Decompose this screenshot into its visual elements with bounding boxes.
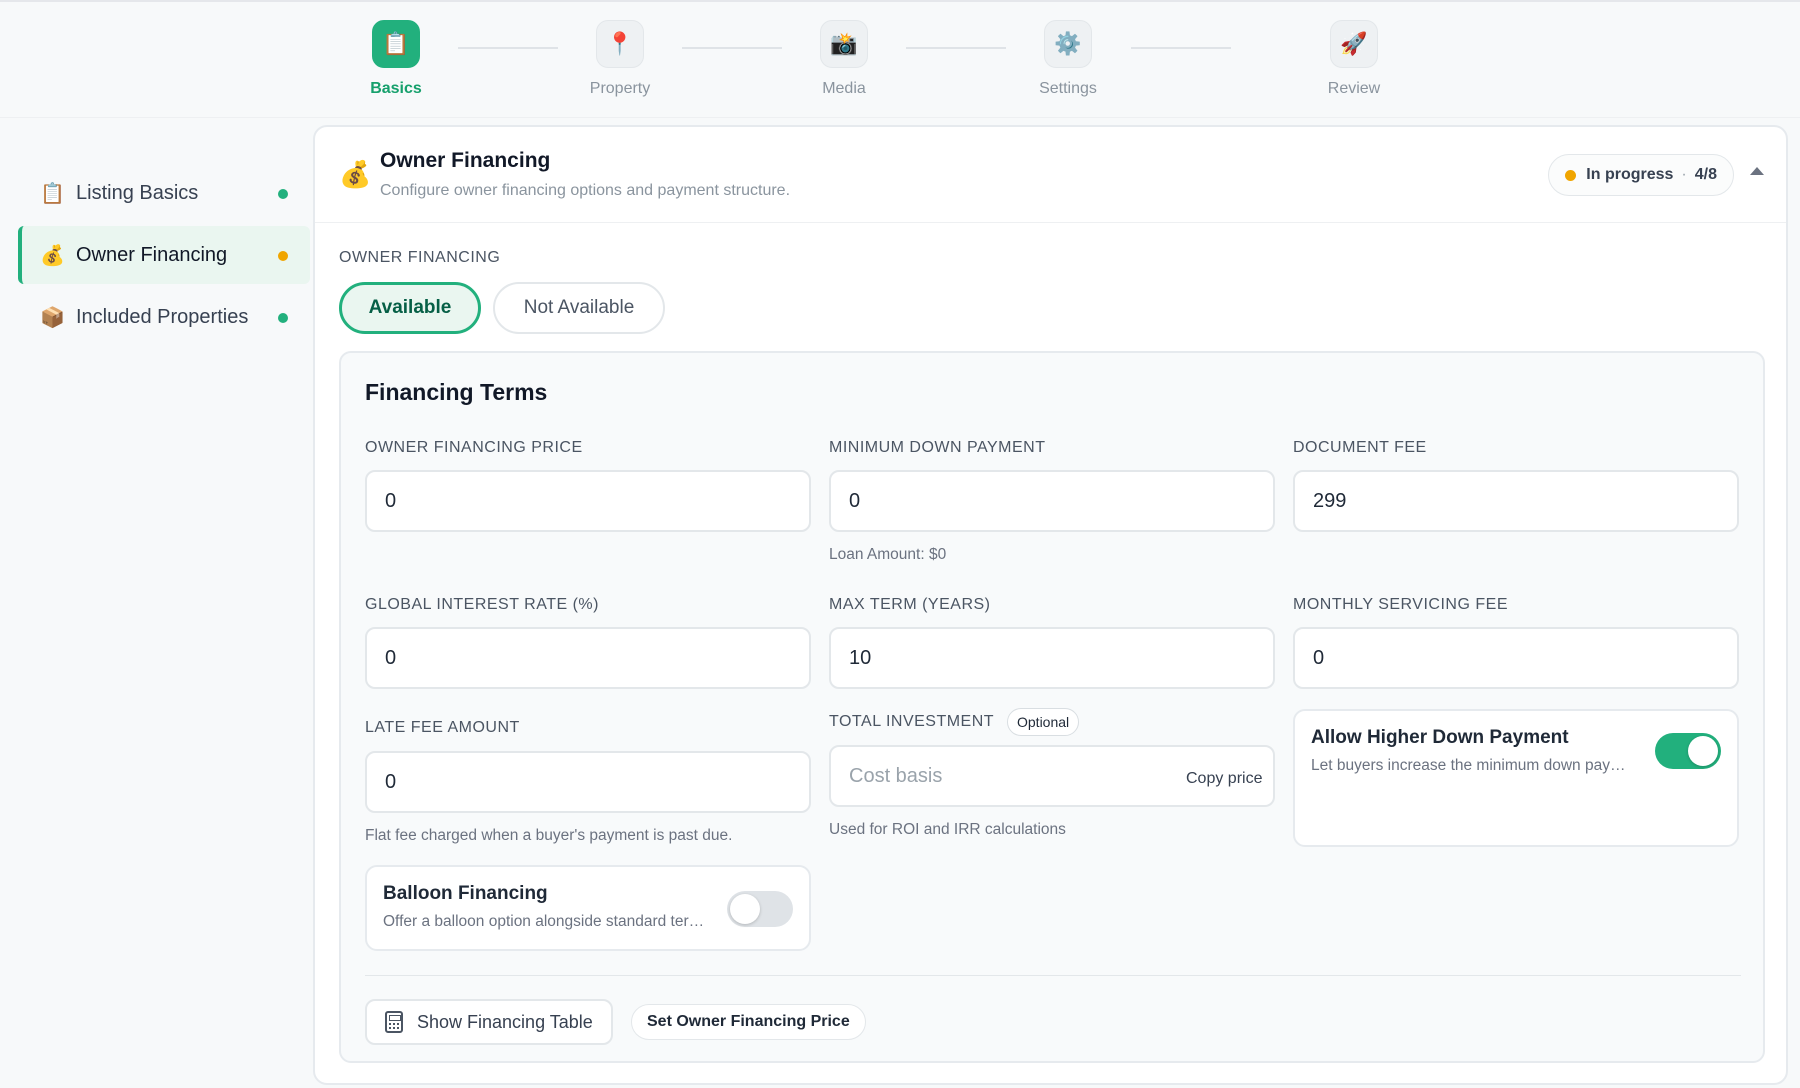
clipboard-icon: 📋 bbox=[40, 182, 65, 205]
wizard-stepper: 📋 Basics 📍 Property 📸 Media ⚙️ Settings … bbox=[0, 0, 1800, 118]
document-fee-label: DOCUMENT FEE bbox=[1293, 439, 1427, 456]
chevron-up-icon[interactable] bbox=[1750, 167, 1764, 175]
rocket-icon: 🚀 bbox=[1330, 20, 1378, 68]
show-financing-table-label: Show Financing Table bbox=[417, 1011, 593, 1032]
step-review[interactable]: 🚀 Review bbox=[1294, 20, 1414, 98]
status-badge: In progress · 4/8 bbox=[1548, 154, 1734, 196]
owner-financing-price-label: OWNER FINANCING PRICE bbox=[365, 439, 583, 456]
step-connector bbox=[906, 47, 1006, 49]
monthly-servicing-fee-input[interactable] bbox=[1293, 627, 1739, 689]
max-term-label: MAX TERM (YEARS) bbox=[829, 596, 991, 613]
allow-higher-down-payment-card: Allow Higher Down Payment Let buyers inc… bbox=[1293, 709, 1739, 847]
step-label: Settings bbox=[1039, 80, 1097, 97]
owner-financing-price-input[interactable] bbox=[365, 470, 811, 532]
allow-higher-down-payment-toggle[interactable] bbox=[1655, 733, 1721, 769]
step-media[interactable]: 📸 Media bbox=[784, 20, 904, 98]
status-dot bbox=[1565, 169, 1577, 181]
set-owner-financing-price-button[interactable]: Set Owner Financing Price bbox=[631, 1004, 866, 1040]
status-dot bbox=[278, 189, 288, 199]
section-sidebar: 📋 Listing Basics 💰 Owner Financing 📦 Inc… bbox=[0, 118, 312, 1088]
step-connector bbox=[1131, 47, 1231, 49]
step-connector bbox=[458, 47, 558, 49]
available-option[interactable]: Available bbox=[339, 282, 481, 334]
card-header[interactable]: 💰 Owner Financing Configure owner financ… bbox=[315, 127, 1786, 223]
status-separator: · bbox=[1681, 166, 1687, 183]
step-label: Media bbox=[822, 80, 866, 97]
status-text: In progress bbox=[1586, 166, 1674, 183]
copy-price-button[interactable]: Copy price bbox=[1186, 770, 1262, 788]
sidebar-item-label: Listing Basics bbox=[76, 181, 199, 204]
balloon-financing-title: Balloon Financing bbox=[383, 883, 548, 904]
step-label: Review bbox=[1327, 80, 1381, 97]
clipboard-icon: 📋 bbox=[372, 20, 420, 68]
monthly-servicing-fee-label: MONTHLY SERVICING FEE bbox=[1293, 596, 1508, 613]
status-dot bbox=[278, 313, 288, 323]
allow-higher-down-payment-description: Let buyers increase the minimum down pay… bbox=[1311, 757, 1631, 774]
money-bag-icon: 💰 bbox=[40, 244, 65, 267]
sidebar-item-listing-basics[interactable]: 📋 Listing Basics bbox=[18, 164, 310, 222]
document-fee-input[interactable] bbox=[1293, 470, 1739, 532]
financing-terms-panel: Financing Terms OWNER FINANCING PRICE MI… bbox=[339, 351, 1765, 1063]
max-term-input[interactable] bbox=[829, 627, 1275, 689]
toggle-knob bbox=[730, 894, 760, 924]
minimum-down-payment-label: MINIMUM DOWN PAYMENT bbox=[829, 439, 1046, 456]
global-interest-rate-label: GLOBAL INTEREST RATE (%) bbox=[365, 596, 599, 613]
status-count: 4/8 bbox=[1694, 166, 1717, 183]
sidebar-item-label: Included Properties bbox=[76, 305, 249, 328]
camera-icon: 📸 bbox=[820, 20, 868, 68]
sidebar-item-included-properties[interactable]: 📦 Included Properties bbox=[18, 288, 310, 346]
balloon-financing-card: Balloon Financing Offer a balloon option… bbox=[365, 865, 811, 951]
section-title: Owner Financing bbox=[380, 149, 551, 172]
availability-label: OWNER FINANCING bbox=[339, 249, 501, 266]
section-subtitle: Configure owner financing options and pa… bbox=[380, 182, 791, 199]
sidebar-item-label: Owner Financing bbox=[76, 243, 228, 266]
step-basics[interactable]: 📋 Basics bbox=[336, 20, 456, 98]
gear-icon: ⚙️ bbox=[1044, 20, 1092, 68]
status-dot bbox=[278, 251, 288, 261]
minimum-down-payment-input[interactable] bbox=[829, 470, 1275, 532]
total-investment-label: TOTAL INVESTMENT bbox=[829, 713, 995, 730]
money-bag-icon: 💰 bbox=[339, 159, 372, 189]
global-interest-rate-input[interactable] bbox=[365, 627, 811, 689]
divider bbox=[365, 975, 1741, 976]
balloon-financing-toggle[interactable] bbox=[727, 891, 793, 927]
late-fee-amount-input[interactable] bbox=[365, 751, 811, 813]
step-settings[interactable]: ⚙️ Settings bbox=[1008, 20, 1128, 98]
step-label: Basics bbox=[370, 80, 422, 97]
step-property[interactable]: 📍 Property bbox=[560, 20, 680, 98]
package-icon: 📦 bbox=[40, 306, 65, 329]
late-fee-amount-label: LATE FEE AMOUNT bbox=[365, 719, 520, 736]
balloon-financing-description: Offer a balloon option alongside standar… bbox=[383, 913, 709, 930]
total-investment-helper: Used for ROI and IRR calculations bbox=[829, 821, 1066, 838]
pin-icon: 📍 bbox=[596, 20, 644, 68]
optional-badge: Optional bbox=[1007, 708, 1080, 736]
sidebar-item-owner-financing[interactable]: 💰 Owner Financing bbox=[18, 226, 310, 284]
allow-higher-down-payment-title: Allow Higher Down Payment bbox=[1311, 727, 1569, 748]
late-fee-helper: Flat fee charged when a buyer's payment … bbox=[365, 827, 733, 844]
toggle-knob bbox=[1688, 736, 1718, 766]
not-available-option[interactable]: Not Available bbox=[493, 282, 665, 334]
step-connector bbox=[682, 47, 782, 49]
loan-amount-text: Loan Amount: $0 bbox=[829, 546, 947, 563]
owner-financing-card: 💰 Owner Financing Configure owner financ… bbox=[313, 125, 1788, 1085]
step-label: Property bbox=[589, 80, 651, 97]
show-financing-table-button[interactable]: Show Financing Table bbox=[365, 999, 613, 1045]
calculator-icon bbox=[385, 1011, 403, 1033]
financing-terms-title: Financing Terms bbox=[365, 379, 548, 405]
